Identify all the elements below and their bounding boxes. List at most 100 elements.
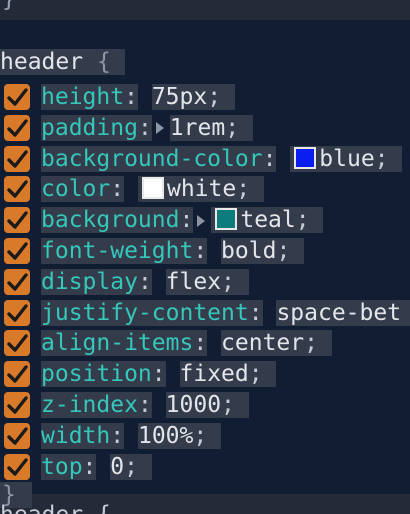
declaration-checkbox[interactable] — [4, 84, 30, 110]
color-swatch-icon[interactable] — [141, 177, 164, 200]
property-highlight[interactable]: position: — [41, 361, 166, 388]
semicolon: ; — [207, 84, 222, 110]
declaration-checkbox[interactable] — [4, 422, 30, 449]
property-name[interactable]: top — [41, 454, 83, 480]
property-name[interactable]: justify-content — [41, 300, 249, 326]
value-highlight[interactable]: flex; — [165, 268, 249, 295]
declaration-checkbox[interactable] — [4, 207, 30, 234]
declaration-checkbox[interactable] — [4, 237, 30, 264]
property-value[interactable]: space-bet — [276, 300, 401, 326]
expand-triangle-icon[interactable] — [155, 122, 164, 135]
checkmark-icon — [7, 427, 28, 445]
property-colon: : — [193, 237, 208, 264]
declaration-checkbox[interactable] — [4, 145, 30, 172]
property-highlight[interactable]: color: — [41, 176, 125, 203]
value-highlight[interactable]: blue; — [290, 145, 403, 172]
property-colon: : — [82, 453, 97, 480]
value-highlight[interactable]: 1rem; — [169, 114, 253, 141]
value-highlight[interactable]: bold; — [221, 237, 305, 264]
color-swatch-icon[interactable] — [294, 146, 317, 169]
value-highlight[interactable]: center; — [221, 330, 332, 357]
value-highlight[interactable]: space-bet — [276, 299, 410, 326]
declaration: display: flex; — [41, 268, 249, 295]
property-value[interactable]: white — [167, 176, 236, 202]
declaration-checkbox[interactable] — [4, 361, 30, 388]
property-name[interactable]: z-index — [41, 392, 138, 418]
property-name[interactable]: width — [41, 423, 110, 449]
declaration-row: z-index: 1000; — [0, 390, 410, 421]
next-rule-selector: header { — [0, 502, 111, 514]
property-highlight[interactable]: display: — [41, 268, 152, 295]
value-highlight[interactable]: 100%; — [137, 422, 222, 449]
declaration-checkbox[interactable] — [4, 114, 30, 141]
property-colon: : — [248, 299, 263, 326]
property-highlight[interactable]: padding: — [41, 114, 152, 141]
color-swatch-icon[interactable] — [215, 208, 238, 231]
property-name[interactable]: background — [41, 207, 179, 233]
property-name[interactable]: position — [41, 361, 152, 387]
declaration-row: padding: 1rem; — [0, 113, 410, 144]
property-highlight[interactable]: width: — [41, 422, 125, 449]
property-value[interactable]: 1000 — [166, 392, 221, 418]
expand-triangle-icon[interactable] — [197, 214, 206, 227]
property-colon: : — [124, 84, 138, 110]
rule-selector-line: header { — [0, 49, 125, 75]
declaration-checkbox[interactable] — [4, 330, 30, 357]
property-value[interactable]: flex — [166, 269, 221, 295]
property-highlight[interactable]: justify-content: — [41, 299, 263, 326]
property-name[interactable]: height — [41, 84, 124, 110]
property-name[interactable]: align-items — [41, 330, 193, 356]
property-value[interactable]: 75px — [152, 84, 207, 110]
rule-selector[interactable]: header — [0, 49, 83, 75]
declaration-row: top: 0; — [0, 452, 410, 483]
property-value[interactable]: blue — [319, 146, 374, 172]
property-highlight[interactable]: z-index: — [41, 391, 152, 418]
property-highlight[interactable]: top: — [41, 453, 97, 480]
property-value[interactable]: teal — [240, 207, 295, 233]
property-value[interactable]: 100% — [138, 423, 193, 449]
declaration-checkbox[interactable] — [4, 176, 30, 203]
value-highlight[interactable]: teal; — [211, 207, 324, 234]
value-highlight[interactable]: 1000; — [165, 391, 249, 418]
declaration-row: background-color: blue; — [0, 144, 410, 175]
value-highlight[interactable]: 75px; — [151, 84, 235, 110]
property-highlight[interactable]: background-color: — [41, 145, 277, 172]
selector-highlight[interactable]: header { — [0, 49, 125, 75]
checkmark-icon — [7, 242, 28, 260]
declaration-checkbox[interactable] — [4, 268, 30, 295]
property-highlight[interactable]: font-weight: — [41, 237, 208, 264]
declaration-checkbox[interactable] — [4, 453, 30, 480]
property-colon: : — [193, 330, 208, 357]
semicolon: ; — [374, 145, 389, 172]
property-name[interactable]: background-color — [41, 146, 263, 172]
property-value[interactable]: fixed — [180, 361, 249, 387]
property-name[interactable]: font-weight — [41, 238, 193, 264]
property-highlight[interactable]: background: — [41, 207, 194, 234]
property-value[interactable]: 0 — [110, 454, 124, 480]
property-name[interactable]: display — [41, 269, 138, 295]
value-highlight[interactable]: white; — [137, 176, 264, 203]
declaration-checkbox[interactable] — [4, 391, 30, 418]
property-value[interactable]: center — [221, 330, 304, 356]
declaration-row: height: 75px; — [0, 82, 410, 113]
declaration-row: align-items: center; — [0, 328, 410, 359]
semicolon: ; — [225, 114, 240, 141]
checkmark-icon — [7, 396, 28, 414]
declaration: background: teal; — [41, 207, 324, 234]
property-name[interactable]: padding — [41, 115, 138, 141]
open-brace: { — [96, 49, 111, 75]
property-value[interactable]: 1rem — [170, 115, 225, 141]
value-highlight[interactable]: 0; — [110, 453, 152, 480]
declaration: width: 100%; — [41, 422, 222, 449]
property-highlight[interactable]: align-items: — [41, 330, 208, 357]
declaration-checkbox[interactable] — [4, 299, 30, 326]
semicolon: ; — [248, 361, 263, 388]
property-colon: : — [137, 114, 152, 141]
value-highlight[interactable]: fixed; — [179, 361, 277, 388]
property-value[interactable]: bold — [221, 238, 276, 264]
property-highlight[interactable]: height: — [41, 84, 138, 110]
property-name[interactable]: color — [41, 176, 110, 202]
property-colon: : — [110, 422, 125, 449]
checkmark-icon — [7, 303, 28, 322]
declaration-row: color: white; — [0, 174, 410, 205]
